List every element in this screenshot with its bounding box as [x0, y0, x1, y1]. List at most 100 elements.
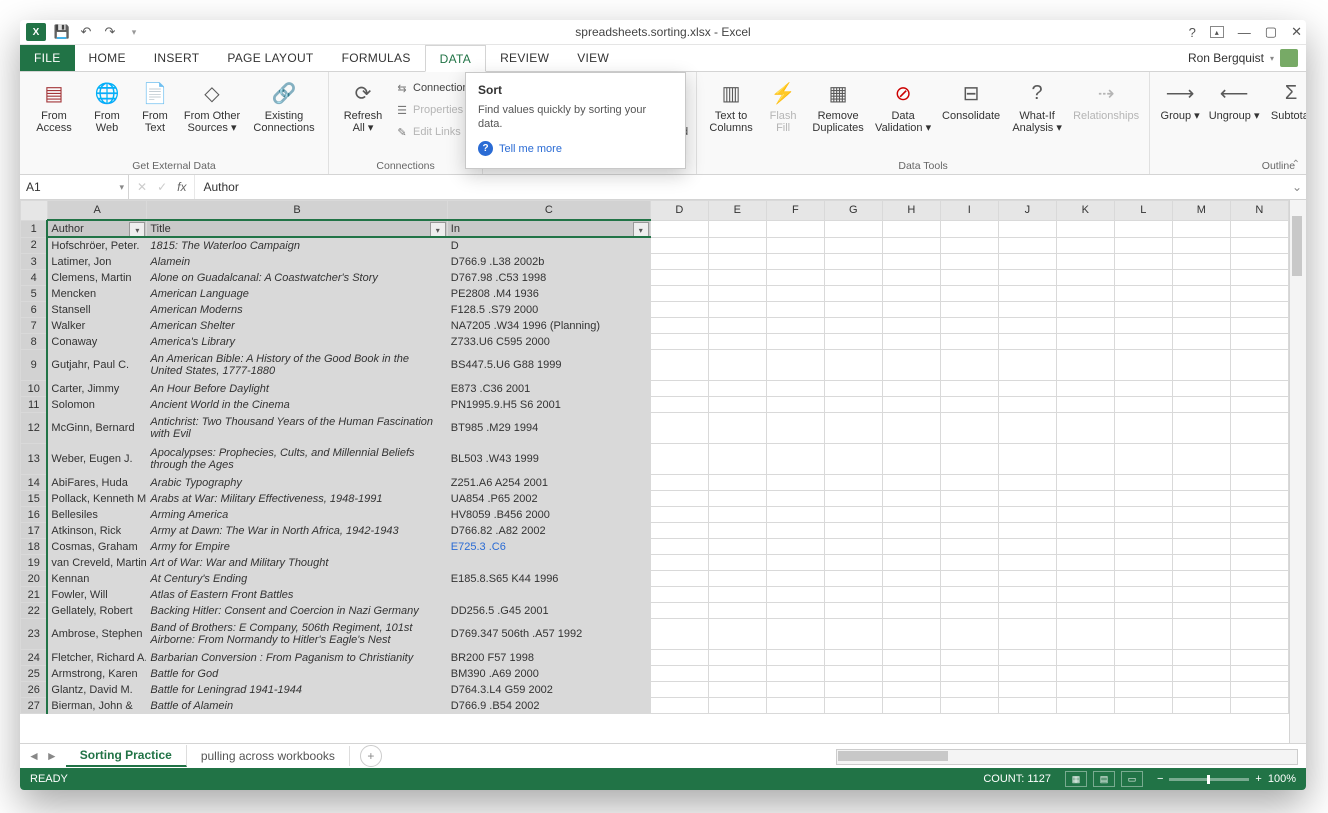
cell-call-number[interactable]: D766.9 .B54 2002: [447, 698, 650, 714]
remove-duplicates-button[interactable]: ▦Remove Duplicates: [809, 76, 867, 134]
col-header-I[interactable]: I: [940, 201, 998, 221]
cell-title[interactable]: Barbarian Conversion : From Paganism to …: [147, 650, 447, 666]
from-text-button[interactable]: 📄From Text: [134, 76, 176, 134]
cell-call-number[interactable]: D769.347 506th .A57 1992: [447, 619, 650, 650]
tab-file[interactable]: FILE: [20, 45, 75, 71]
tab-nav-prev-icon[interactable]: ◄: [28, 749, 40, 763]
col-header-L[interactable]: L: [1114, 201, 1172, 221]
row-header[interactable]: 7: [21, 318, 48, 334]
cell-call-number[interactable]: E185.8.S65 K44 1996: [447, 571, 650, 587]
tab-view[interactable]: VIEW: [563, 45, 623, 71]
filter-dropdown-icon[interactable]: ▾: [430, 222, 446, 237]
row-header[interactable]: 9: [21, 350, 48, 381]
cell-author[interactable]: Conaway: [47, 334, 146, 350]
cell-title[interactable]: 1815: The Waterloo Campaign: [147, 237, 447, 254]
row-header[interactable]: 13: [21, 444, 48, 475]
row-header[interactable]: 12: [21, 413, 48, 444]
account-area[interactable]: Ron Bergquist ▾: [1188, 45, 1298, 71]
header-cell-c[interactable]: In▾: [447, 220, 650, 237]
cell-title[interactable]: America's Library: [147, 334, 447, 350]
col-header-H[interactable]: H: [882, 201, 940, 221]
cell-call-number[interactable]: HV8059 .B456 2000: [447, 507, 650, 523]
cell-call-number[interactable]: E725.3 .C6: [447, 539, 650, 555]
tab-formulas[interactable]: FORMULAS: [328, 45, 425, 71]
cell-author[interactable]: Carter, Jimmy: [47, 381, 146, 397]
col-header-K[interactable]: K: [1056, 201, 1114, 221]
cell-title[interactable]: Band of Brothers: E Company, 506th Regim…: [147, 619, 447, 650]
row-header[interactable]: 24: [21, 650, 48, 666]
col-header-E[interactable]: E: [708, 201, 766, 221]
row-header[interactable]: 26: [21, 682, 48, 698]
minimize-icon[interactable]: —: [1238, 25, 1251, 40]
row-header[interactable]: 19: [21, 555, 48, 571]
from-access-button[interactable]: ▤From Access: [28, 76, 80, 134]
zoom-slider[interactable]: − + 100%: [1157, 773, 1296, 785]
refresh-all-button[interactable]: ⟳Refresh All ▾: [337, 76, 389, 134]
cell-call-number[interactable]: BS447.5.U6 G88 1999: [447, 350, 650, 381]
connections-button[interactable]: ⇆Connections: [395, 78, 474, 98]
cell-title[interactable]: Atlas of Eastern Front Battles: [147, 587, 447, 603]
help-icon[interactable]: ?: [1189, 25, 1196, 40]
cell-author[interactable]: Weber, Eugen J.: [47, 444, 146, 475]
cell-call-number[interactable]: D767.98 .C53 1998: [447, 270, 650, 286]
cell-author[interactable]: Pollack, Kenneth M.: [47, 491, 146, 507]
zoom-out-icon[interactable]: −: [1157, 773, 1163, 785]
data-validation-button[interactable]: ⊘Data Validation ▾: [873, 76, 933, 134]
ribbon-options-icon[interactable]: ▴: [1210, 26, 1224, 38]
page-layout-view-icon[interactable]: ▤: [1093, 771, 1115, 787]
cell-call-number[interactable]: D: [447, 237, 650, 254]
col-header-A[interactable]: A: [47, 201, 146, 221]
vertical-scrollbar[interactable]: [1289, 200, 1306, 743]
cell-author[interactable]: Gutjahr, Paul C.: [47, 350, 146, 381]
cell-title[interactable]: American Shelter: [147, 318, 447, 334]
col-header-N[interactable]: N: [1230, 201, 1288, 221]
cell-call-number[interactable]: PE2808 .M4 1936: [447, 286, 650, 302]
cell-title[interactable]: Art of War: War and Military Thought: [147, 555, 447, 571]
row-header[interactable]: 8: [21, 334, 48, 350]
cell-call-number[interactable]: D764.3.L4 G59 2002: [447, 682, 650, 698]
row-header[interactable]: 18: [21, 539, 48, 555]
from-other-sources-button[interactable]: ◇From Other Sources ▾: [182, 76, 242, 134]
cell-author[interactable]: Glantz, David M.: [47, 682, 146, 698]
text-to-columns-button[interactable]: ▥Text to Columns: [705, 76, 757, 134]
formula-input[interactable]: Author: [195, 175, 1288, 199]
new-sheet-icon[interactable]: +: [360, 745, 382, 767]
cell-author[interactable]: Solomon: [47, 397, 146, 413]
cell-title[interactable]: Army at Dawn: The War in North Africa, 1…: [147, 523, 447, 539]
redo-icon[interactable]: ↷: [102, 24, 118, 40]
ungroup-button[interactable]: ⟵Ungroup ▾: [1208, 76, 1260, 122]
cell-author[interactable]: Atkinson, Rick: [47, 523, 146, 539]
cell-author[interactable]: Clemens, Martin: [47, 270, 146, 286]
row-header[interactable]: 10: [21, 381, 48, 397]
spreadsheet-grid[interactable]: ABCDEFGHIJKLMN1Author▾Title▾In▾2Hofschrö…: [20, 200, 1289, 743]
tab-home[interactable]: HOME: [75, 45, 140, 71]
col-header-C[interactable]: C: [447, 201, 650, 221]
consolidate-button[interactable]: ⊟Consolidate: [939, 76, 1003, 122]
col-header-B[interactable]: B: [147, 201, 447, 221]
cell-author[interactable]: Walker: [47, 318, 146, 334]
from-web-button[interactable]: 🌐From Web: [86, 76, 128, 134]
expand-formula-icon[interactable]: ⌄: [1288, 175, 1306, 199]
cell-call-number[interactable]: UA854 .P65 2002: [447, 491, 650, 507]
cell-title[interactable]: At Century's Ending: [147, 571, 447, 587]
cell-title[interactable]: Battle of Alamein: [147, 698, 447, 714]
enter-formula-icon[interactable]: ✓: [157, 180, 167, 194]
cell-author[interactable]: Cosmas, Graham: [47, 539, 146, 555]
close-icon[interactable]: ✕: [1291, 24, 1302, 40]
sheet-tab-active[interactable]: Sorting Practice: [66, 745, 187, 767]
cell-call-number[interactable]: PN1995.9.H5 S6 2001: [447, 397, 650, 413]
cell-title[interactable]: Alamein: [147, 254, 447, 270]
cell-title[interactable]: An Hour Before Daylight: [147, 381, 447, 397]
cell-title[interactable]: Alone on Guadalcanal: A Coastwatcher's S…: [147, 270, 447, 286]
collapse-ribbon-icon[interactable]: ⌃: [1292, 159, 1300, 170]
cell-title[interactable]: Apocalypses: Prophecies, Cults, and Mill…: [147, 444, 447, 475]
name-box[interactable]: A1: [20, 175, 129, 199]
filter-dropdown-icon[interactable]: ▾: [633, 222, 649, 237]
page-break-view-icon[interactable]: ▭: [1121, 771, 1143, 787]
tab-insert[interactable]: INSERT: [140, 45, 214, 71]
col-header-M[interactable]: M: [1172, 201, 1230, 221]
filter-dropdown-icon[interactable]: ▾: [129, 222, 145, 237]
cell-title[interactable]: American Moderns: [147, 302, 447, 318]
cell-author[interactable]: Hofschröer, Peter.: [47, 237, 146, 254]
cell-author[interactable]: Latimer, Jon: [47, 254, 146, 270]
